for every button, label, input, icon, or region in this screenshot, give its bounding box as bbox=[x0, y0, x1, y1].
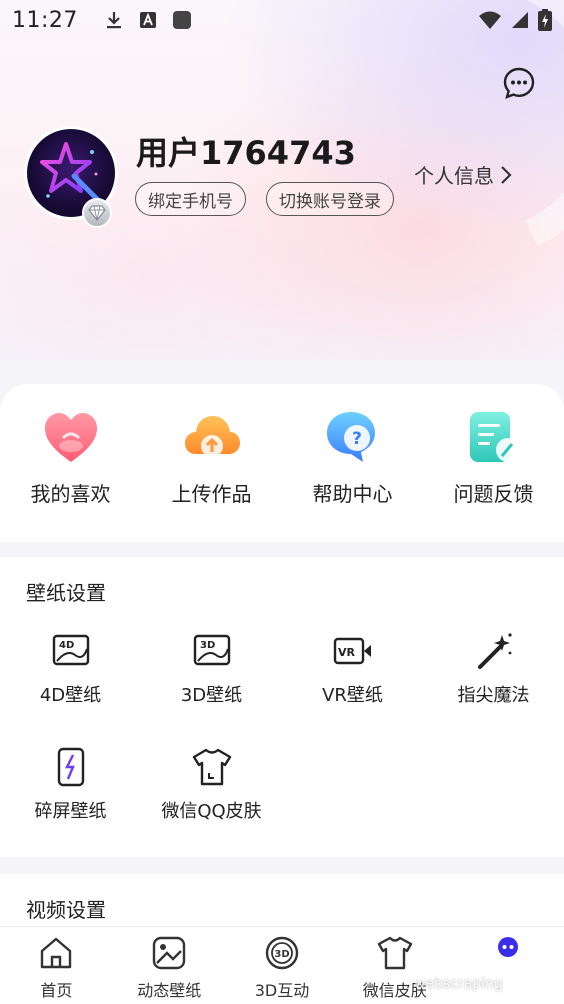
4d-wallpaper-icon: 4D bbox=[52, 634, 89, 666]
username: 用户1764743 bbox=[136, 134, 356, 172]
bottom-navigation: 首页 动态壁纸 3D 3D互动 微信皮肤 bbox=[0, 926, 564, 1004]
svg-text:3D: 3D bbox=[274, 949, 289, 960]
section-title: 壁纸设置 bbox=[26, 581, 106, 605]
nav-item-profile[interactable] bbox=[451, 927, 564, 1004]
tshirt-icon bbox=[192, 748, 231, 786]
feat-label: 3D壁纸 bbox=[180, 685, 243, 706]
quick-item-upload[interactable]: 上传作品 bbox=[147, 408, 277, 507]
feat-label: 微信QQ皮肤 bbox=[161, 801, 262, 822]
nav-label: 3D互动 bbox=[254, 981, 310, 1000]
quick-item-favorites[interactable]: 我的喜欢 bbox=[6, 408, 136, 507]
download-icon bbox=[106, 12, 121, 29]
switch-account-label: 切换账号登录 bbox=[279, 191, 381, 212]
nav-label: 动态壁纸 bbox=[137, 981, 202, 1000]
feedback-note-icon bbox=[469, 412, 520, 462]
broken-screen-icon bbox=[57, 747, 84, 787]
feat-label: 4D壁纸 bbox=[39, 685, 102, 706]
dynamic-wallpaper-icon bbox=[152, 936, 186, 970]
wallpaper-item-wechat-qq-skin[interactable]: 微信QQ皮肤 bbox=[141, 747, 282, 823]
3d-interact-icon: 3D bbox=[265, 936, 299, 970]
help-bubble-icon: ? bbox=[326, 412, 375, 462]
bind-phone-label: 绑定手机号 bbox=[148, 191, 233, 212]
quick-label: 问题反馈 bbox=[453, 482, 534, 506]
chevron-right-icon bbox=[501, 165, 512, 184]
quick-label: 我的喜欢 bbox=[30, 482, 111, 506]
wallpaper-item-magic[interactable]: 指尖魔法 bbox=[423, 631, 564, 707]
wifi-icon bbox=[479, 11, 501, 29]
nav-item-dynamic-wallpaper[interactable]: 动态壁纸 bbox=[113, 927, 226, 1004]
vip-diamond-icon bbox=[82, 198, 112, 228]
magic-wand-icon bbox=[477, 633, 512, 669]
nav-label: 首页 bbox=[40, 981, 73, 1000]
switch-account-button[interactable]: 切换账号登录 bbox=[266, 182, 394, 216]
nav-item-3d-interact[interactable]: 3D 3D互动 bbox=[226, 927, 339, 1004]
profile-robot-icon bbox=[497, 937, 518, 957]
status-time: 11:27 bbox=[12, 7, 78, 33]
cloud-upload-icon bbox=[184, 416, 240, 457]
signal-icon bbox=[512, 12, 528, 28]
svg-text:4D: 4D bbox=[59, 640, 74, 651]
home-icon bbox=[41, 937, 72, 969]
wallpaper-item-vr[interactable]: VR VR壁纸 bbox=[282, 631, 423, 707]
wallpaper-item-3d[interactable]: 3D 3D壁纸 bbox=[141, 631, 282, 707]
nav-item-wechat-skin[interactable]: 微信皮肤 bbox=[338, 927, 451, 1004]
wallpaper-item-broken-screen[interactable]: 碎屏壁纸 bbox=[0, 747, 141, 823]
vr-camera-icon: VR bbox=[333, 637, 371, 665]
heart-icon bbox=[44, 413, 97, 462]
watermark: webscraping bbox=[414, 976, 503, 992]
personal-info-label: 个人信息 bbox=[414, 164, 494, 188]
3d-wallpaper-icon: 3D bbox=[193, 634, 230, 666]
feat-label: 指尖魔法 bbox=[457, 685, 530, 706]
video-settings-card: 视频设置 bbox=[0, 874, 564, 934]
wechat-skin-icon bbox=[377, 936, 412, 970]
app-square-icon bbox=[172, 11, 191, 29]
quick-actions-card: 我的喜欢 上传作品 ? 帮助中心 问题反馈 bbox=[0, 384, 564, 542]
section-title: 视频设置 bbox=[26, 898, 106, 922]
quick-item-help[interactable]: ? 帮助中心 bbox=[288, 408, 418, 507]
svg-text:3D: 3D bbox=[200, 640, 215, 651]
bind-phone-button[interactable]: 绑定手机号 bbox=[135, 182, 246, 216]
feat-label: VR壁纸 bbox=[322, 685, 383, 706]
wallpaper-settings-card: 壁纸设置 4D 4D壁纸 3D 3D壁纸 VR VR壁纸 指尖魔法 碎屏壁纸 微… bbox=[0, 557, 564, 857]
wallpaper-item-4d[interactable]: 4D 4D壁纸 bbox=[0, 631, 141, 707]
svg-text:?: ? bbox=[352, 429, 362, 449]
quick-label: 帮助中心 bbox=[312, 482, 393, 506]
quick-label: 上传作品 bbox=[171, 482, 252, 506]
message-icon[interactable] bbox=[502, 66, 536, 100]
svg-text:VR: VR bbox=[338, 646, 356, 659]
status-bar: 11:27 bbox=[0, 0, 564, 40]
feat-label: 碎屏壁纸 bbox=[34, 801, 107, 822]
text-a-icon bbox=[139, 12, 156, 28]
personal-info-link[interactable]: 个人信息 bbox=[414, 160, 512, 189]
quick-item-feedback[interactable]: 问题反馈 bbox=[429, 408, 559, 507]
battery-icon bbox=[538, 9, 552, 31]
nav-item-home[interactable]: 首页 bbox=[0, 927, 113, 1004]
